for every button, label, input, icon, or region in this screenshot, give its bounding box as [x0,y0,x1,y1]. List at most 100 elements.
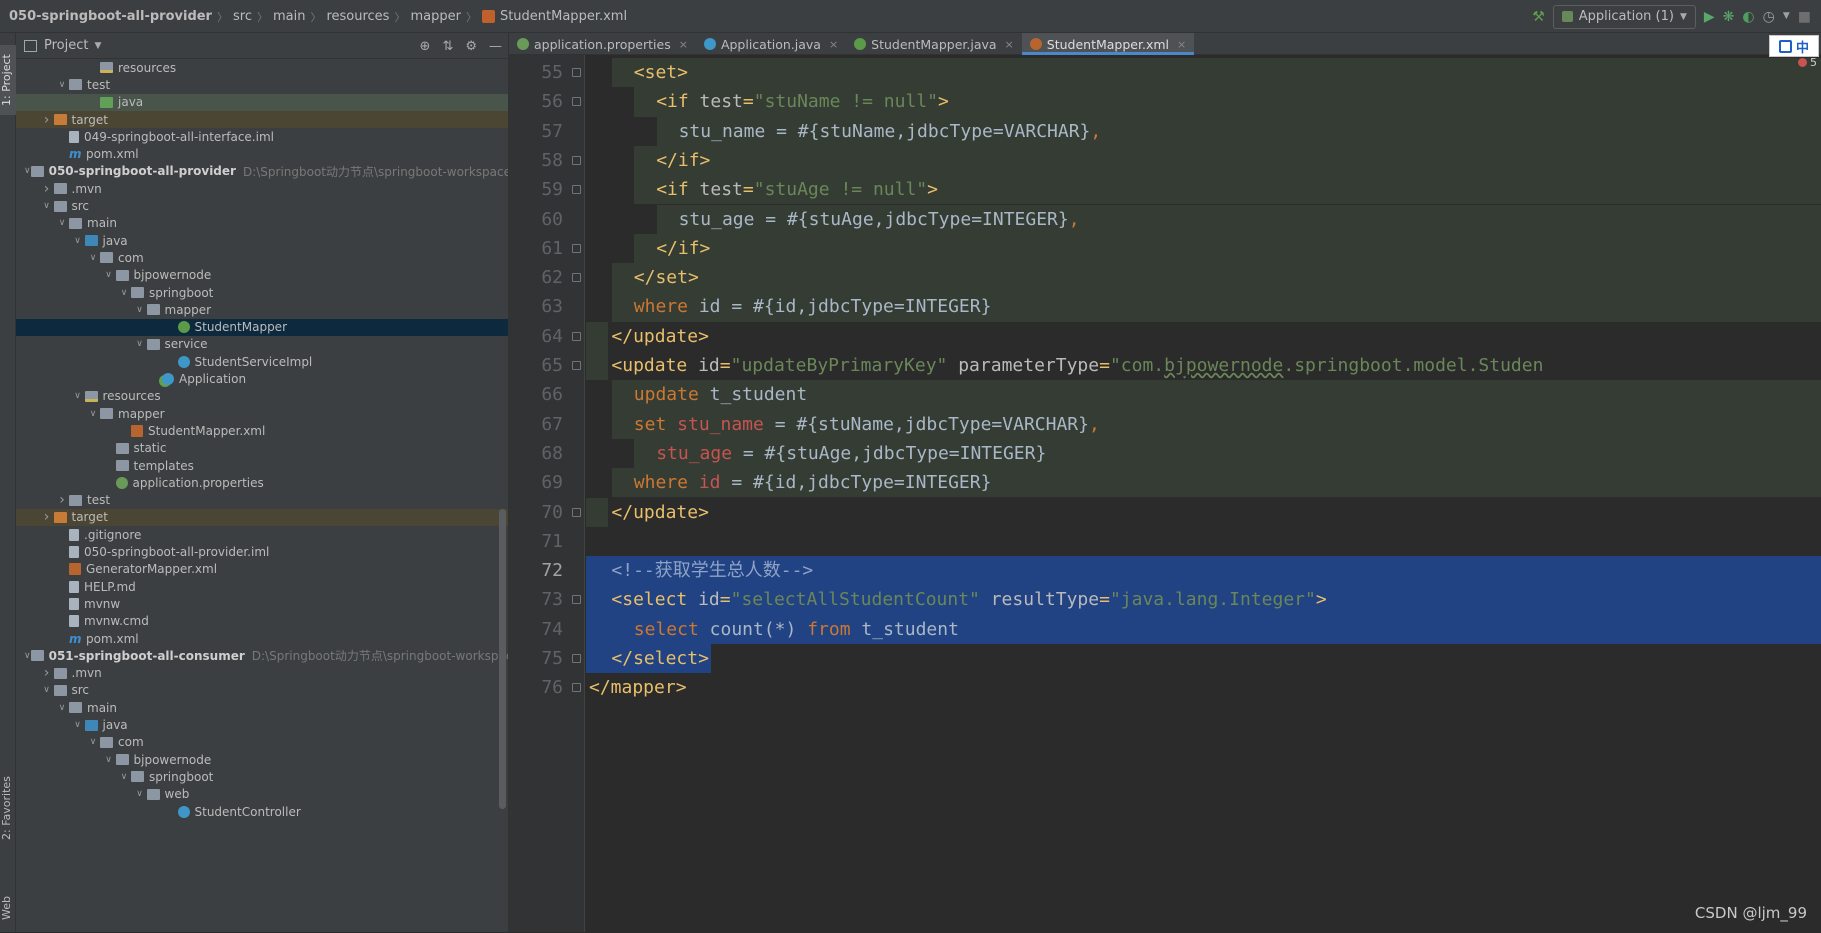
tree-row[interactable]: ∨ springboot [16,284,508,301]
code-line[interactable]: where id = #{id,jdbcType=INTEGER} [586,292,1821,322]
chevron-right-icon[interactable]: › [40,665,54,681]
chevron-down-icon[interactable]: ∨ [55,703,69,713]
chevron-down-icon[interactable]: ∨ [133,339,147,349]
tree-row[interactable]: mvnw.cmd [16,613,508,630]
code-line[interactable]: <select id="selectAllStudentCount" resul… [586,585,1821,615]
editor-tab[interactable]: StudentMapper.xml × [1021,33,1195,55]
project-tool-tab[interactable]: 1: Project [0,45,16,115]
tree-row[interactable]: ∨ test [16,76,508,93]
hide-panel-icon[interactable]: — [489,39,502,54]
close-icon[interactable]: × [1005,38,1014,51]
editor-tab[interactable]: Application.java × [696,33,846,55]
chevron-down-icon[interactable]: ∨ [86,409,100,419]
editor-tab[interactable]: StudentMapper.java × [846,33,1022,55]
tree-row[interactable]: ∨ com [16,249,508,266]
breadcrumb-item[interactable]: resources [326,9,389,24]
fold-marker-icon[interactable] [572,273,581,283]
code-line[interactable]: update t_student [586,380,1821,410]
tree-row[interactable]: HELP.md [16,578,508,595]
code-line[interactable]: </if> [586,233,1821,264]
chevron-down-icon[interactable]: ∨ [86,253,100,263]
tree-row[interactable]: m pom.xml [16,146,508,163]
breadcrumb-item[interactable]: main [273,9,305,24]
fold-marker-icon[interactable] [572,507,581,517]
tree-row[interactable]: ∨ web [16,786,508,803]
code-area[interactable]: <set> <if test="stuName != null"> stu_name… [586,55,1821,932]
chevron-down-icon[interactable]: ∨ [133,789,147,799]
tree-row[interactable]: templates [16,457,508,474]
tree-row[interactable]: application.properties [16,474,508,491]
chevron-right-icon[interactable]: › [40,181,54,197]
breadcrumb-item[interactable]: mapper [410,9,460,24]
code-line[interactable]: set stu_name = #{stuName,jdbcType=VARCHA… [586,409,1821,439]
tree-row[interactable]: ∨ bjpowernode [16,267,508,284]
breadcrumb-item[interactable]: src [233,9,252,24]
close-icon[interactable]: × [679,38,688,51]
tree-row[interactable]: StudentServiceImpl [16,353,508,370]
tree-row[interactable]: ∨ src [16,197,508,214]
breadcrumb-item[interactable]: 050-springboot-all-provider [9,9,212,24]
chevron-down-icon[interactable]: ∨ [133,305,147,315]
chevron-down-icon[interactable]: ∨ [40,685,54,695]
tree-row[interactable]: ∨ resources [16,388,508,405]
build-hammer-icon[interactable]: ⚒ [1532,10,1545,24]
tree-row[interactable]: ∨ service [16,336,508,353]
tree-row[interactable]: › .mvn [16,665,508,682]
coverage-icon[interactable]: ◐ [1742,10,1754,24]
code-line[interactable]: select count(*) from t_student [586,614,1821,644]
tree-row[interactable]: StudentMapper.xml [16,422,508,439]
tree-row[interactable]: › test [16,492,508,509]
chevron-down-icon[interactable]: ∨ [117,288,131,298]
tree-row[interactable]: › target [16,110,508,129]
chevron-right-icon[interactable]: › [40,112,54,128]
ime-indicator[interactable]: 中 [1769,35,1819,57]
chevron-down-icon[interactable]: ∨ [24,166,31,176]
tree-row[interactable]: › target [16,508,508,527]
code-line[interactable]: <update id="updateByPrimaryKey" paramete… [586,351,1821,381]
tree-row[interactable]: .gitignore [16,526,508,543]
fold-marker-icon[interactable] [572,683,581,693]
chevron-down-icon[interactable]: ∨ [117,772,131,782]
code-line[interactable]: </set> [586,263,1821,293]
code-line[interactable]: <!--获取学生总人数--> [586,556,1821,586]
stop-icon[interactable]: ■ [1798,10,1811,24]
fold-marker-icon[interactable] [572,185,581,195]
tree-row[interactable]: ∨ java [16,716,508,733]
tree-row[interactable]: ∨ 050-springboot-all-provider D:\Springboo… [16,163,508,180]
tree-row[interactable]: resources [16,59,508,76]
chevron-down-icon[interactable]: ∨ [71,236,85,246]
tree-row[interactable]: ∨ mapper [16,301,508,318]
tree-row[interactable]: 049-springboot-all-interface.iml [16,128,508,145]
tree-row[interactable]: StudentMapper [16,318,508,336]
fold-marker-icon[interactable] [572,243,581,253]
code-line[interactable]: </update> [586,321,1821,351]
fold-marker-icon[interactable] [572,331,581,341]
code-line[interactable]: where id = #{id,jdbcType=INTEGER} [586,468,1821,498]
favorites-tool-tab[interactable]: 2: Favorites [0,763,16,853]
tree-row[interactable]: ∨ springboot [16,768,508,785]
chevron-down-icon[interactable]: ∨ [40,201,54,211]
run-configuration-select[interactable]: Application (1) ▼ [1552,4,1696,29]
tree-row[interactable]: ∨ 051-springboot-all-consumer D:\Springboo… [16,647,508,664]
tree-row[interactable]: Application [16,370,508,387]
fold-marker-icon[interactable] [572,361,581,370]
run-icon[interactable]: ▶ [1704,10,1715,24]
tree-row[interactable]: 050-springboot-all-provider.iml [16,543,508,560]
chevron-down-icon[interactable]: ∨ [71,391,85,401]
chevron-down-icon[interactable]: ∨ [55,218,69,228]
fold-marker-icon[interactable] [572,595,581,605]
problems-indicator[interactable]: 5 [1798,56,1817,69]
tree-row[interactable]: StudentController [16,803,508,820]
code-line[interactable]: <if test="stuName != null"> [586,87,1821,117]
fold-marker-icon[interactable] [572,155,581,165]
chevron-down-icon[interactable]: ∨ [102,755,116,765]
web-tool-tab[interactable]: Web [0,883,16,933]
code-line[interactable] [586,527,1821,556]
code-line[interactable]: <set> [586,58,1821,88]
tree-row[interactable]: › .mvn [16,180,508,197]
code-line[interactable]: stu_age = #{stuAge,jdbcType=INTEGER} [586,438,1821,469]
tree-row[interactable]: mvnw [16,595,508,612]
close-icon[interactable]: × [1177,38,1186,51]
chevron-down-icon[interactable]: ∨ [71,720,85,730]
code-line[interactable]: </if> [586,145,1821,176]
